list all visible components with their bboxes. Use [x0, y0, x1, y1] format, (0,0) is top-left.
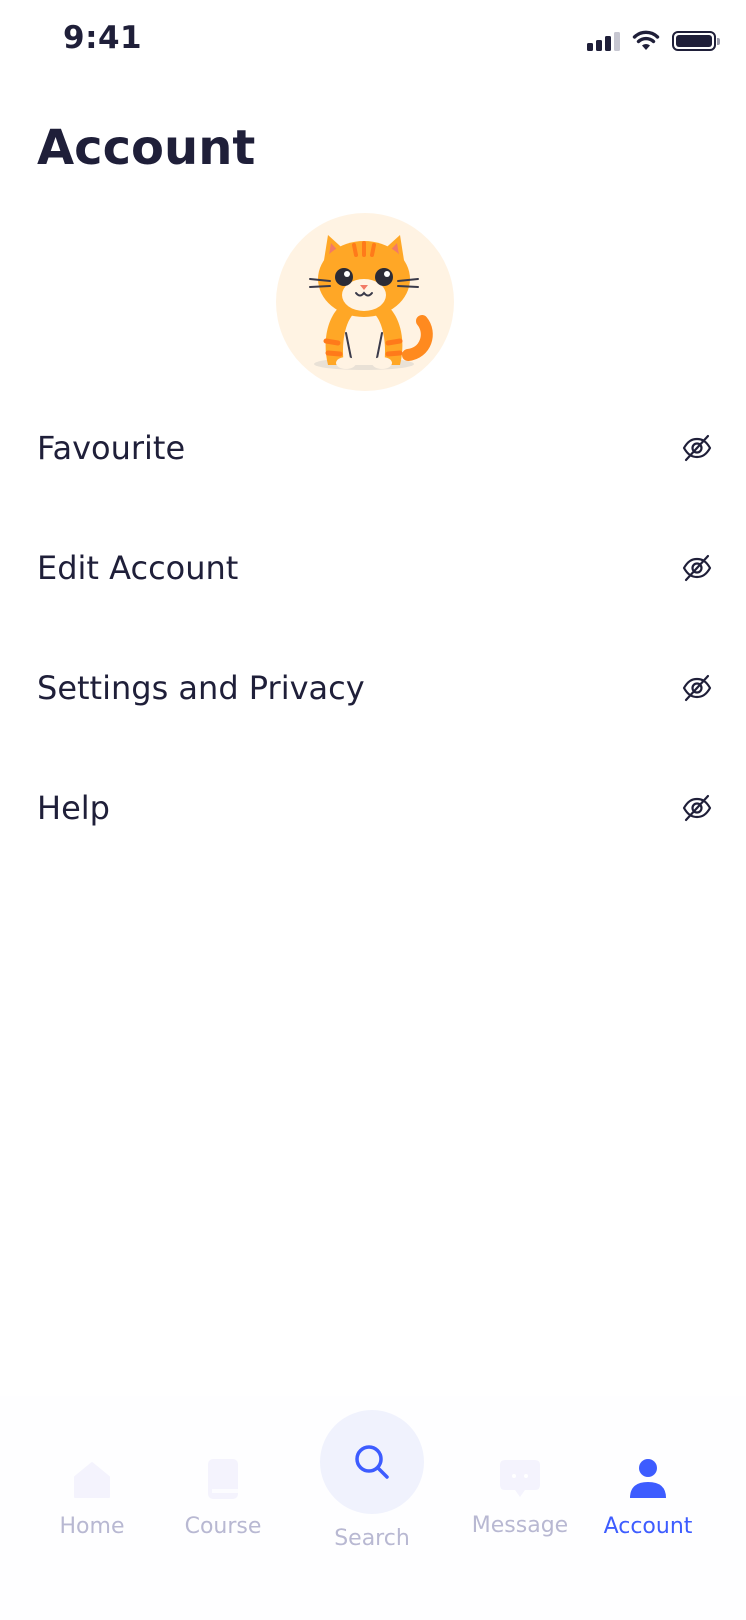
menu-item-settings-and-privacy[interactable]: Settings and Privacy	[37, 648, 713, 728]
cat-avatar-icon	[309, 235, 433, 370]
nav-label-message: Message	[471, 1513, 569, 1538]
menu-item-edit-account[interactable]: Edit Account	[37, 528, 713, 608]
home-icon	[74, 1462, 110, 1498]
nav-label-course: Course	[184, 1514, 262, 1539]
nav-label-search: Search	[334, 1526, 410, 1551]
nav-item-message[interactable]: Message	[470, 1396, 570, 1546]
message-icon	[500, 1460, 540, 1497]
nav-item-course[interactable]: Course	[178, 1396, 268, 1546]
search-button[interactable]	[320, 1410, 424, 1514]
wifi-icon	[632, 30, 660, 50]
book-icon	[208, 1459, 238, 1499]
avatar[interactable]	[276, 213, 454, 391]
nav-item-account[interactable]: Account	[600, 1396, 696, 1546]
nav-label-home: Home	[59, 1514, 125, 1539]
eye-off-icon[interactable]	[681, 792, 713, 824]
eye-off-icon[interactable]	[681, 672, 713, 704]
search-icon	[355, 1445, 389, 1479]
nav-item-search[interactable]: Search	[320, 1410, 424, 1560]
menu-item-help[interactable]: Help	[37, 768, 713, 848]
eye-off-icon[interactable]	[681, 552, 713, 584]
menu-item-label: Favourite	[37, 429, 186, 467]
status-icons	[587, 30, 720, 52]
user-icon	[630, 1459, 666, 1498]
nav-item-home[interactable]: Home	[52, 1396, 132, 1546]
menu-item-label: Edit Account	[37, 549, 239, 587]
battery-icon	[672, 31, 720, 51]
menu-item-label: Settings and Privacy	[37, 669, 365, 707]
menu-item-favourite[interactable]: Favourite	[37, 408, 713, 488]
eye-off-icon[interactable]	[681, 432, 713, 464]
page-title: Account	[37, 120, 256, 176]
status-bar: 9:41	[0, 0, 746, 84]
bottom-nav: Home Course Search Message Account	[0, 1396, 746, 1620]
menu-item-label: Help	[37, 789, 110, 827]
status-time: 9:41	[63, 20, 143, 56]
cellular-signal-icon	[587, 31, 620, 51]
nav-label-account: Account	[603, 1514, 693, 1539]
